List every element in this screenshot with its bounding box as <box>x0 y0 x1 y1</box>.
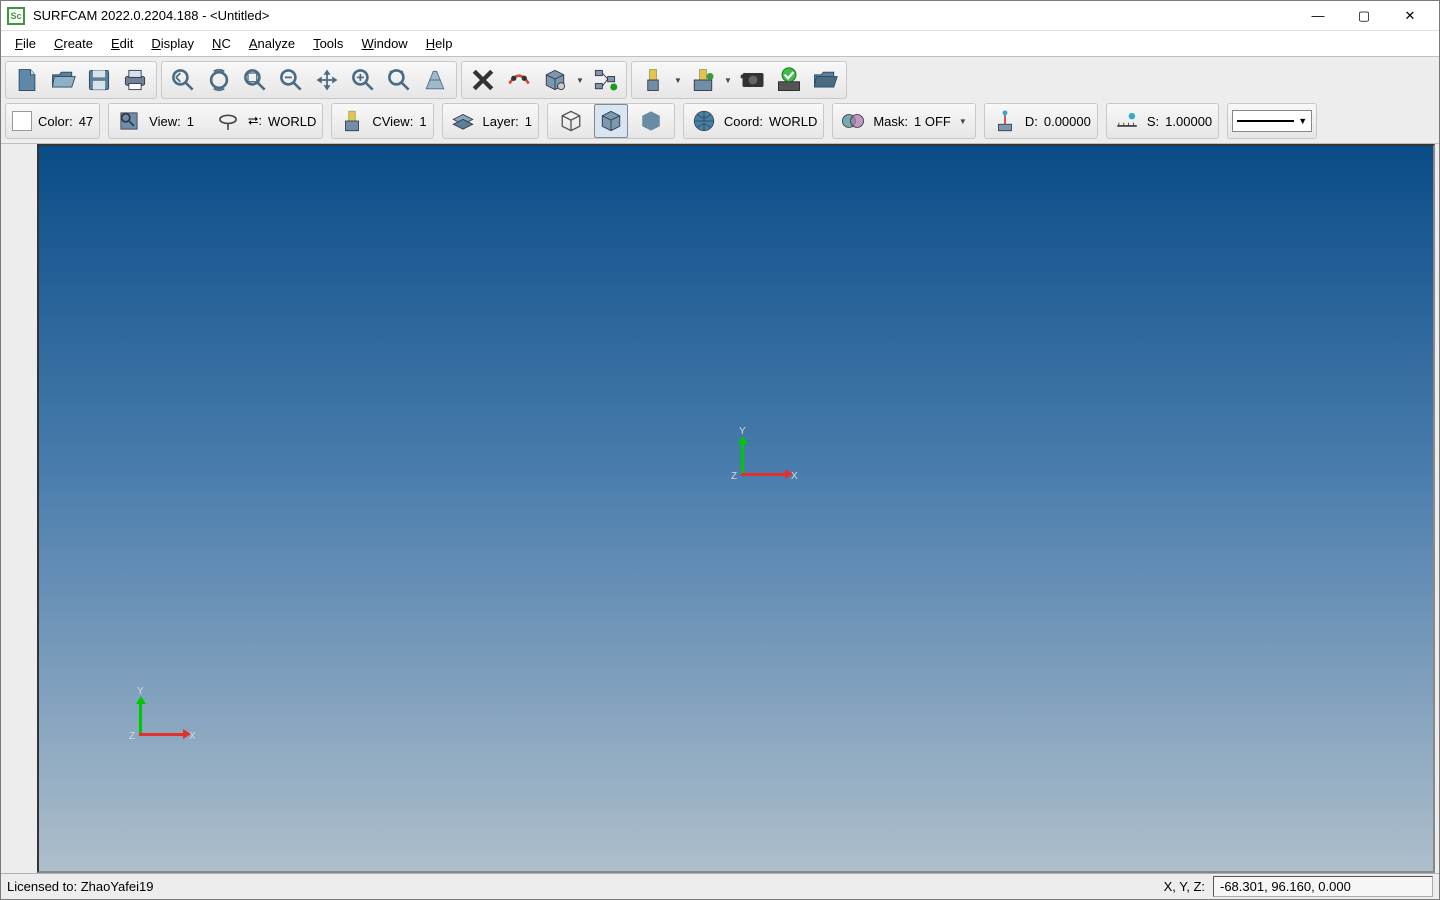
depth-label: D: <box>1025 114 1038 129</box>
cview-value: 1 <box>419 114 426 129</box>
scale-panel[interactable]: S: 1.00000 <box>1106 103 1219 139</box>
zoom-dynamic-button[interactable] <box>202 63 236 97</box>
coord-label: Coord: <box>724 114 763 129</box>
globe-icon <box>690 107 718 135</box>
zoom-previous-button[interactable] <box>166 63 200 97</box>
color-panel[interactable]: Color: 47 <box>5 103 100 139</box>
machine-setup-dropdown[interactable]: ▼ <box>722 63 734 97</box>
print-button[interactable] <box>118 63 152 97</box>
zoom-in-button[interactable] <box>346 63 380 97</box>
trim-curve-button[interactable] <box>502 63 536 97</box>
depth-icon <box>991 107 1019 135</box>
save-button[interactable] <box>82 63 116 97</box>
zoom-out-button[interactable] <box>274 63 308 97</box>
video-simulation-button[interactable] <box>736 63 770 97</box>
view-icon <box>115 107 143 135</box>
view-panel[interactable]: View: 1 ⮂: WORLD <box>108 103 323 139</box>
scale-icon <box>1113 107 1141 135</box>
layer-label: Layer: <box>483 114 519 129</box>
license-text: Licensed to: ZhaoYafei19 <box>7 879 1156 894</box>
new-file-button[interactable] <box>10 63 44 97</box>
redraw-button[interactable] <box>418 63 452 97</box>
depth-panel[interactable]: D: 0.00000 <box>984 103 1098 139</box>
window-title: SURFCAM 2022.0.2204.188 - <Untitled> <box>33 8 1295 23</box>
property-toolbar: Color: 47 View: 1 ⮂: WORLD CView: 1 Laye… <box>5 101 1435 141</box>
menu-edit[interactable]: Edit <box>103 33 141 55</box>
minimize-button[interactable]: — <box>1295 2 1341 30</box>
menu-create[interactable]: Create <box>46 33 101 55</box>
post-process-button[interactable] <box>808 63 842 97</box>
statusbar: Licensed to: ZhaoYafei19 X, Y, Z: -68.30… <box>1 873 1439 899</box>
shaded-mode-button[interactable] <box>634 104 668 138</box>
orientation-value: WORLD <box>268 114 316 129</box>
layer-panel[interactable]: Layer: 1 <box>442 103 539 139</box>
mask-panel[interactable]: Mask: 1 OFF ▼ <box>832 103 976 139</box>
view-label: View: <box>149 114 181 129</box>
tool-setup-button[interactable] <box>636 63 670 97</box>
operations-tree-button[interactable] <box>588 63 622 97</box>
orientation-glyph: ⮂: <box>248 113 262 129</box>
cview-icon <box>338 107 366 135</box>
depth-value: 0.00000 <box>1044 114 1091 129</box>
cview-label: CView: <box>372 114 413 129</box>
delete-button[interactable] <box>466 63 500 97</box>
menu-display[interactable]: Display <box>143 33 202 55</box>
mask-label: Mask: <box>873 114 908 129</box>
zoom-window-button[interactable] <box>238 63 272 97</box>
3d-viewport[interactable]: Y X Z Y X Z <box>37 144 1435 873</box>
cursor-coord-label: X, Y, Z: <box>1156 879 1213 894</box>
color-swatch-icon <box>12 111 32 131</box>
workarea: Y X Z Y X Z <box>1 144 1439 873</box>
view-value: 1 <box>187 114 194 129</box>
layer-value: 1 <box>525 114 532 129</box>
tool-setup-dropdown[interactable]: ▼ <box>672 63 684 97</box>
coord-panel[interactable]: Coord: WORLD <box>683 103 824 139</box>
close-button[interactable]: ✕ <box>1387 2 1433 30</box>
mask-value: 1 OFF <box>914 114 951 129</box>
main-toolbar: ▼ ▼ ▼ <box>5 59 1435 101</box>
open-file-button[interactable] <box>46 63 80 97</box>
menu-tools[interactable]: Tools <box>305 33 351 55</box>
cursor-coord-value: -68.301, 96.160, 0.000 <box>1213 876 1433 897</box>
wireframe-mode-button[interactable] <box>554 104 588 138</box>
titlebar: Sc SURFCAM 2022.0.2204.188 - <Untitled> … <box>1 1 1439 31</box>
menu-analyze[interactable]: Analyze <box>241 33 303 55</box>
zoom-fit-button[interactable] <box>382 63 416 97</box>
scale-label: S: <box>1147 114 1159 129</box>
mask-icon <box>839 107 867 135</box>
layer-icon <box>449 107 477 135</box>
mask-dropdown[interactable]: ▼ <box>957 104 969 138</box>
machine-setup-button[interactable] <box>686 63 720 97</box>
menu-file[interactable]: File <box>7 33 44 55</box>
menu-window[interactable]: Window <box>353 33 415 55</box>
app-logo-icon: Sc <box>7 7 25 25</box>
menu-help[interactable]: Help <box>418 33 461 55</box>
shaded-edges-mode-button[interactable] <box>594 104 628 138</box>
toolbar-area: ▼ ▼ ▼ Color: 47 View: <box>1 56 1439 144</box>
cview-panel[interactable]: CView: 1 <box>331 103 433 139</box>
coord-value: WORLD <box>769 114 817 129</box>
left-gutter <box>1 144 37 873</box>
linetype-panel[interactable]: ▼ <box>1227 103 1317 139</box>
color-value: 47 <box>79 114 93 129</box>
verify-button[interactable] <box>772 63 806 97</box>
solid-line-icon <box>1237 120 1294 122</box>
color-label: Color: <box>38 114 73 129</box>
menubar: File Create Edit Display NC Analyze Tool… <box>1 31 1439 56</box>
orientation-icon <box>214 107 242 135</box>
box-settings-button[interactable] <box>538 63 572 97</box>
box-settings-dropdown[interactable]: ▼ <box>574 63 586 97</box>
scale-value: 1.00000 <box>1165 114 1212 129</box>
linetype-selector[interactable]: ▼ <box>1232 110 1312 132</box>
pan-button[interactable] <box>310 63 344 97</box>
app-window: Sc SURFCAM 2022.0.2204.188 - <Untitled> … <box>0 0 1440 900</box>
maximize-button[interactable]: ▢ <box>1341 2 1387 30</box>
menu-nc[interactable]: NC <box>204 33 239 55</box>
display-mode-panel <box>547 103 675 139</box>
